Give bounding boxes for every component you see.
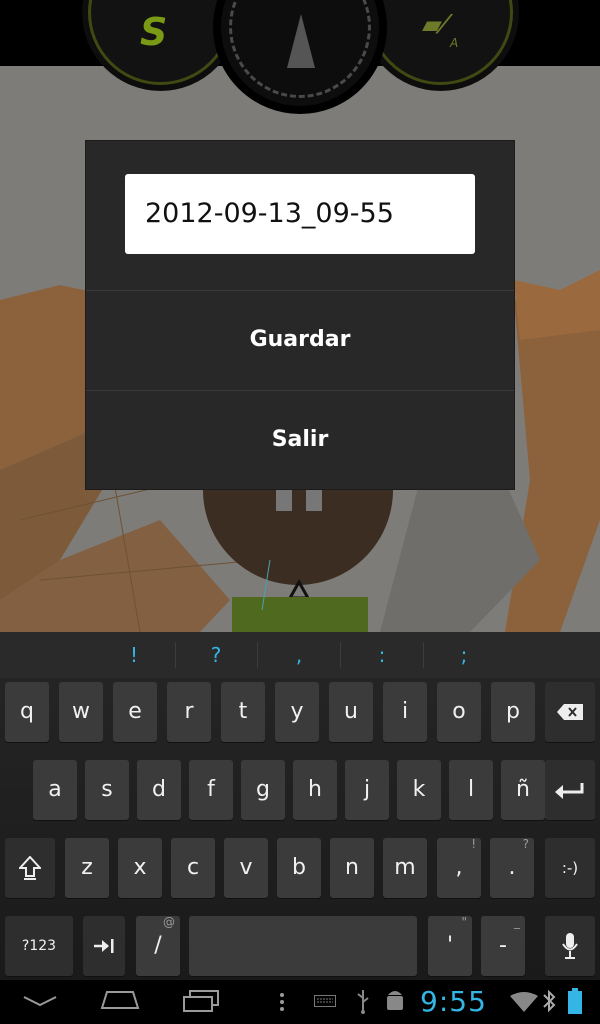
key-label: -	[499, 933, 507, 958]
wifi-icon	[510, 992, 538, 1012]
key-l[interactable]: l	[449, 760, 493, 820]
suggestion-semicolon[interactable]: ;	[424, 632, 504, 678]
key-v[interactable]: v	[224, 838, 268, 898]
divider	[257, 642, 258, 668]
key-s[interactable]: s	[85, 760, 129, 820]
key-q[interactable]: q	[5, 682, 49, 742]
key-p[interactable]: p	[491, 682, 535, 742]
key-label: '	[446, 933, 454, 958]
key-hint: "	[461, 915, 467, 929]
key-c[interactable]: c	[171, 838, 215, 898]
key-enye[interactable]: ñ	[501, 760, 545, 820]
compass-needle-icon	[287, 14, 315, 68]
symbols-key[interactable]: ?123	[5, 916, 73, 976]
key-hint: _	[514, 915, 520, 929]
enter-key[interactable]	[545, 760, 595, 820]
menu-icon[interactable]	[279, 992, 285, 1012]
key-g[interactable]: g	[241, 760, 285, 820]
autosteer-mode-label: A	[450, 36, 459, 50]
save-button[interactable]: Guardar	[86, 290, 514, 389]
shift-icon	[17, 855, 43, 880]
mic-key[interactable]	[545, 916, 595, 976]
back-icon[interactable]	[22, 994, 58, 1008]
key-hint: !	[471, 837, 476, 851]
battery-icon	[568, 988, 582, 1014]
keyboard-icon[interactable]	[314, 995, 336, 1007]
bluetooth-icon	[543, 989, 556, 1013]
key-hint: @	[163, 915, 175, 929]
usb-icon	[357, 990, 369, 1014]
suggestion-strip: ! ? , : ;	[0, 632, 600, 678]
key-r[interactable]: r	[167, 682, 211, 742]
key-d[interactable]: d	[137, 760, 181, 820]
system-bar: 9:55	[0, 980, 600, 1024]
key-slash[interactable]: @ /	[136, 915, 180, 976]
key-label: .	[508, 855, 516, 880]
android-debug-icon	[387, 991, 403, 1010]
key-period[interactable]: ? .	[490, 837, 534, 898]
key-label: ,	[455, 855, 463, 880]
key-comma[interactable]: ! ,	[437, 837, 481, 898]
key-hint: ?	[522, 837, 529, 851]
key-dash[interactable]: _ -	[481, 915, 525, 976]
key-label: /	[154, 933, 162, 958]
backspace-icon	[557, 704, 583, 720]
key-m[interactable]: m	[383, 838, 427, 898]
soft-keyboard: ! ? , : ; q w e r t y u i o p a s d f g …	[0, 632, 600, 980]
speed-logo: S	[140, 10, 168, 54]
save-dialog: 2012-09-13_09-55 Guardar Salir	[86, 141, 514, 489]
tab-icon	[94, 939, 114, 953]
suggestion-colon[interactable]: :	[342, 632, 422, 678]
recents-icon[interactable]	[182, 990, 220, 1012]
exit-button[interactable]: Salir	[86, 390, 514, 489]
shift-key[interactable]	[5, 838, 55, 898]
smiley-key[interactable]: :-)	[545, 838, 595, 898]
key-y[interactable]: y	[275, 682, 319, 742]
key-u[interactable]: u	[329, 682, 373, 742]
tab-key[interactable]	[83, 916, 125, 976]
filename-input[interactable]: 2012-09-13_09-55	[125, 174, 475, 254]
key-apostrophe[interactable]: " '	[428, 915, 472, 976]
key-o[interactable]: o	[437, 682, 481, 742]
key-b[interactable]: b	[277, 838, 321, 898]
key-n[interactable]: n	[330, 838, 374, 898]
backspace-key[interactable]	[545, 682, 595, 742]
space-key[interactable]	[189, 916, 417, 976]
suggestion-question[interactable]: ?	[176, 632, 256, 678]
key-h[interactable]: h	[293, 760, 337, 820]
key-f[interactable]: f	[189, 760, 233, 820]
key-k[interactable]: k	[397, 760, 441, 820]
key-i[interactable]: i	[383, 682, 427, 742]
key-e[interactable]: e	[113, 682, 157, 742]
key-x[interactable]: x	[118, 838, 162, 898]
home-icon[interactable]	[100, 988, 140, 1010]
key-t[interactable]: t	[221, 682, 265, 742]
key-j[interactable]: j	[345, 760, 389, 820]
status-clock: 9:55	[420, 985, 487, 1018]
divider	[340, 642, 341, 668]
enter-icon	[555, 783, 584, 799]
suggestion-exclaim[interactable]: !	[94, 632, 174, 678]
autosteer-flag-icon: ▰⁄	[422, 10, 447, 40]
mic-icon	[562, 933, 578, 959]
suggestion-comma[interactable]: ,	[259, 632, 339, 678]
key-a[interactable]: a	[33, 760, 77, 820]
key-z[interactable]: z	[65, 838, 109, 898]
key-w[interactable]: w	[59, 682, 103, 742]
